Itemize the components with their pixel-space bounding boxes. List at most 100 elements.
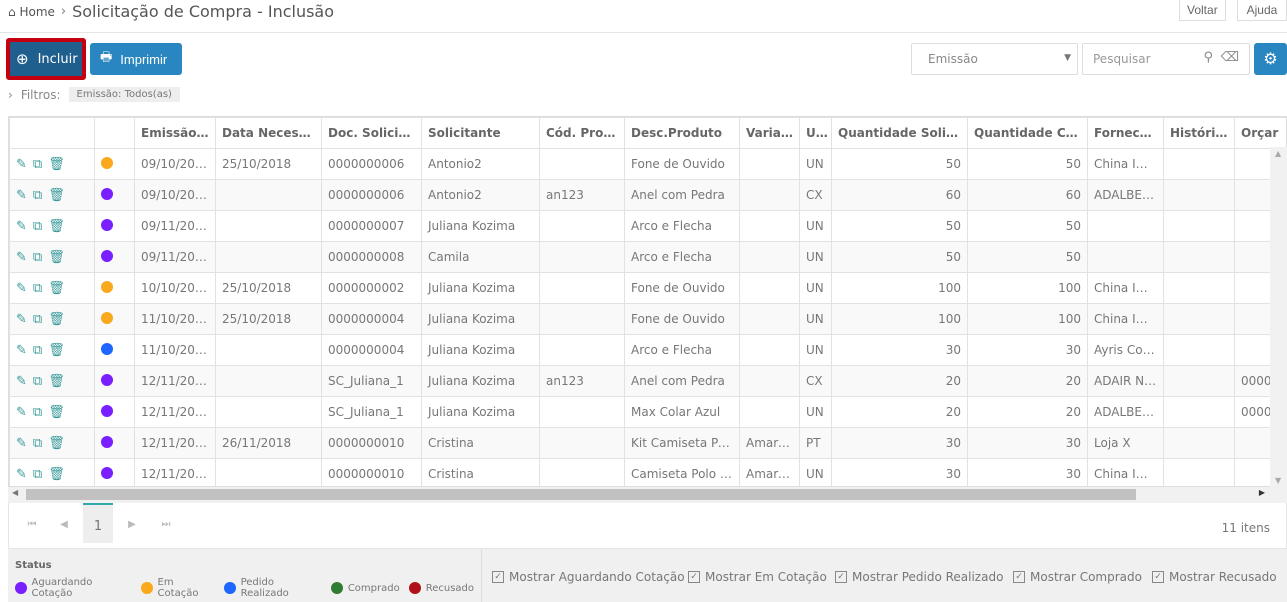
edit-icon[interactable]: ✎ [16, 281, 33, 296]
legend-label: Comprado [347, 582, 400, 594]
copy-icon[interactable]: ⧉ [33, 436, 48, 451]
next-page-icon[interactable]: ▶ [117, 503, 147, 543]
checkbox-checked-icon[interactable]: ✓ [1013, 571, 1025, 583]
toggle-checkbox[interactable]: ✓ Mostrar Comprado [1013, 570, 1142, 584]
search-input[interactable]: Pesquisar ⚲ ⌫ [1082, 43, 1250, 75]
table-row[interactable]: ✎⧉🗑 09/10/2018 0000000006 Antonio2 an123 Anel… [9, 179, 1286, 211]
table-row[interactable]: ✎⧉🗑 11/10/2018 0000000004 Juliana Kozima Arc… [9, 334, 1286, 366]
copy-icon[interactable]: ⧉ [33, 374, 48, 389]
delete-icon[interactable]: 🗑 [48, 343, 71, 358]
vertical-scrollbar[interactable]: ▲ ▼ [1270, 147, 1287, 487]
column-header[interactable]: Orçar [1234, 117, 1286, 149]
cell-hist [1163, 365, 1235, 397]
status-dot [101, 466, 113, 479]
column-header[interactable]: Emissão ▲ [134, 117, 216, 149]
checkbox-checked-icon[interactable]: ✓ [835, 571, 847, 583]
copy-icon[interactable]: ⧉ [33, 405, 48, 420]
imprimir-button[interactable]: 🖶 Imprimir [90, 43, 182, 75]
column-header[interactable]: Desc.Produto [624, 117, 740, 149]
cell-variante [739, 272, 800, 304]
copy-icon[interactable]: ⧉ [33, 467, 48, 482]
search-icon[interactable]: ⚲ [1203, 50, 1213, 65]
column-header[interactable]: Variante [739, 117, 800, 149]
cell-um: UN [799, 303, 832, 335]
edit-icon[interactable]: ✎ [16, 436, 33, 451]
toggle-checkbox[interactable]: ✓ Mostrar Pedido Realizado [835, 570, 1003, 584]
horizontal-scrollbar[interactable]: ◀ ▶ [8, 487, 1287, 503]
home-icon: ⌂ [8, 4, 16, 19]
last-page-icon[interactable]: ⏭ [151, 503, 181, 543]
column-header[interactable]: Cód. Produto [539, 117, 625, 149]
edit-icon[interactable]: ✎ [16, 405, 33, 420]
delete-icon[interactable]: 🗑 [48, 219, 71, 234]
toggle-checkbox[interactable]: ✓ Mostrar Em Cotação [688, 570, 827, 584]
delete-icon[interactable]: 🗑 [48, 188, 71, 203]
edit-icon[interactable]: ✎ [16, 188, 33, 203]
column-header[interactable]: Quantidade Cotada [967, 117, 1088, 149]
prev-page-icon[interactable]: ◀ [49, 503, 79, 543]
edit-icon[interactable]: ✎ [16, 374, 33, 389]
column-header[interactable]: Data Necessid... [215, 117, 322, 149]
toggle-checkbox[interactable]: ✓ Mostrar Recusado [1152, 570, 1277, 584]
table-row[interactable]: ✎⧉🗑 10/10/2018 25/10/2018 0000000002 Juliana… [9, 272, 1286, 304]
edit-icon[interactable]: ✎ [16, 157, 33, 172]
cell-doc: SC_Juliana_1 [321, 396, 422, 428]
delete-icon[interactable]: 🗑 [48, 405, 71, 420]
column-header[interactable]: Quantidade Solicitada [831, 117, 968, 149]
table-row[interactable]: ✎⧉🗑 09/11/2018 0000000007 Juliana Kozima Arc… [9, 210, 1286, 242]
column-header[interactable]: UM [799, 117, 832, 149]
table-row[interactable]: ✎⧉🗑 12/11/2018 26/11/2018 0000000010 Cristin… [9, 427, 1286, 459]
copy-icon[interactable]: ⧉ [33, 312, 48, 327]
copy-icon[interactable]: ⧉ [33, 281, 48, 296]
copy-icon[interactable]: ⧉ [33, 188, 48, 203]
cell-desc: Max Colar Azul [624, 396, 740, 428]
edit-icon[interactable]: ✎ [16, 219, 33, 234]
settings-button[interactable]: ⚙ [1254, 43, 1287, 75]
checkbox-checked-icon[interactable]: ✓ [688, 571, 700, 583]
table-row[interactable]: ✎⧉🗑 12/11/2018 0000000010 Cristina Camiseta … [9, 458, 1286, 486]
delete-icon[interactable]: 🗑 [48, 281, 71, 296]
edit-icon[interactable]: ✎ [16, 312, 33, 327]
delete-icon[interactable]: 🗑 [48, 312, 71, 327]
sort-select[interactable]: Emissão ▼ [911, 43, 1078, 75]
column-header[interactable]: Fornecedor [1087, 117, 1164, 149]
edit-icon[interactable]: ✎ [16, 467, 33, 482]
copy-icon[interactable]: ⧉ [33, 343, 48, 358]
first-page-icon[interactable]: ⏮ [17, 503, 47, 543]
ajuda-button[interactable]: Ajuda [1237, 0, 1287, 21]
delete-icon[interactable]: 🗑 [48, 374, 71, 389]
table-row[interactable]: ✎⧉🗑 12/11/2018 SC_Juliana_1 Juliana Kozima a… [9, 365, 1286, 397]
cell-solicitante: Camila [421, 241, 540, 273]
table-row[interactable]: ✎⧉🗑 09/11/2018 0000000008 Camila Arco e Flec… [9, 241, 1286, 273]
copy-icon[interactable]: ⧉ [33, 250, 48, 265]
cell-emissao: 12/11/2018 [134, 396, 216, 428]
incluir-button[interactable]: ⊕ Incluir [6, 38, 86, 80]
filter-chip[interactable]: Emissão: Todos(as) [68, 87, 180, 102]
delete-icon[interactable]: 🗑 [48, 250, 71, 265]
table-row[interactable]: ✎⧉🗑 11/10/2018 25/10/2018 0000000004 Juliana… [9, 303, 1286, 335]
column-header[interactable]: Doc. Solicitação [321, 117, 422, 149]
toggle-checkbox[interactable]: ✓ Mostrar Aguardando Cotação [492, 570, 685, 584]
delete-icon[interactable]: 🗑 [48, 467, 71, 482]
breadcrumb-home[interactable]: ⌂ Home [8, 5, 55, 19]
edit-icon[interactable]: ✎ [16, 250, 33, 265]
column-header [9, 117, 95, 149]
table-row[interactable]: ✎⧉🗑 12/11/2018 SC_Juliana_1 Juliana Kozima M… [9, 396, 1286, 428]
column-header[interactable]: Históric... [1163, 117, 1235, 149]
checkbox-checked-icon[interactable]: ✓ [492, 571, 504, 583]
checkbox-checked-icon[interactable]: ✓ [1152, 571, 1164, 583]
delete-icon[interactable]: 🗑 [48, 157, 71, 172]
voltar-button[interactable]: Voltar [1179, 0, 1226, 21]
eraser-icon[interactable]: ⌫ [1221, 50, 1239, 65]
copy-icon[interactable]: ⧉ [33, 157, 48, 172]
table-row[interactable]: ✎⧉🗑 09/10/2018 25/10/2018 0000000006 Antonio… [9, 148, 1286, 180]
edit-icon[interactable]: ✎ [16, 343, 33, 358]
expand-filters-icon[interactable]: › [8, 88, 13, 102]
column-header[interactable]: Solicitante [421, 117, 540, 149]
copy-icon[interactable]: ⧉ [33, 219, 48, 234]
cell-desc: Camiseta Polo Fe... [624, 458, 740, 486]
cell-qtd_cot: 30 [967, 334, 1088, 366]
page-1-button[interactable]: 1 [83, 503, 113, 543]
delete-icon[interactable]: 🗑 [48, 436, 71, 451]
scrollbar-thumb[interactable] [26, 489, 1136, 500]
